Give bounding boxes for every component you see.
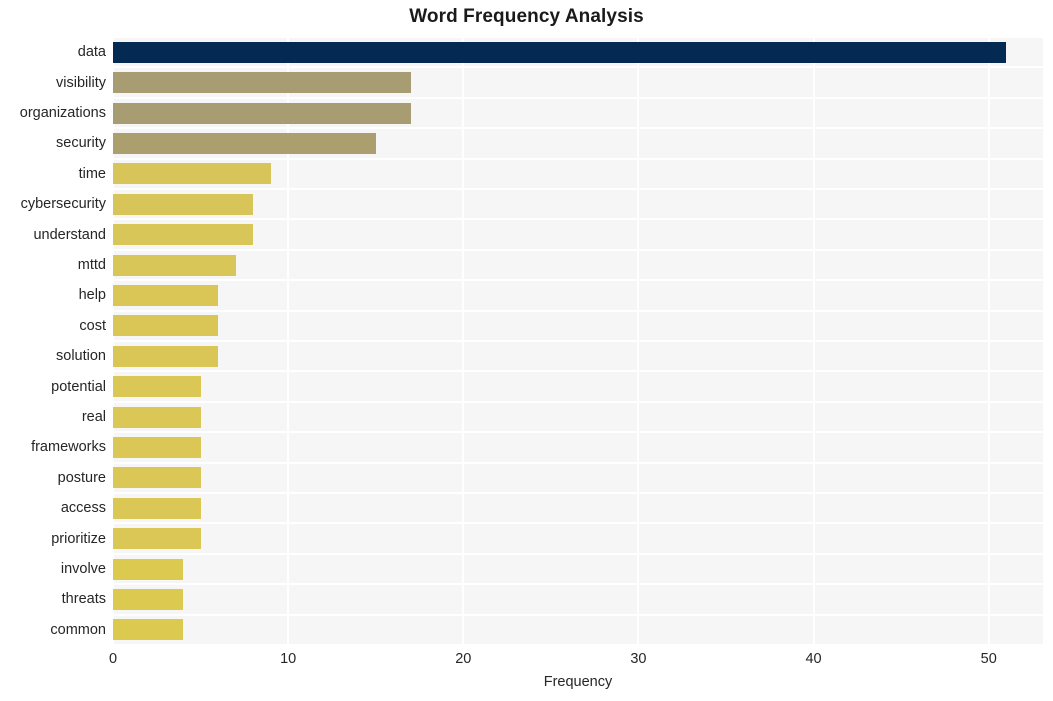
y-axis-tick-label: security bbox=[56, 135, 106, 152]
x-axis-tick-label: 20 bbox=[455, 651, 472, 667]
chart-figure: Word Frequency Analysis data visibility or… bbox=[0, 0, 1053, 701]
y-axis-tick-label: organizations bbox=[19, 105, 106, 121]
y-axis-tick-label: frameworks bbox=[31, 439, 106, 456]
y-axis-tick-label: cost bbox=[79, 317, 106, 334]
x-axis-tick-label: 40 bbox=[805, 651, 822, 667]
y-axis-tick-label: potential bbox=[51, 378, 106, 395]
y-axis-tick-label: prioritize bbox=[51, 530, 106, 547]
y-axis-tick-label: posture bbox=[57, 469, 106, 486]
y-axis-tick-label: data bbox=[77, 44, 106, 61]
x-axis-title: Frequency bbox=[543, 674, 613, 690]
y-axis-tick-label: understand bbox=[33, 226, 106, 243]
y-axis-tick-labels: data visibility organizations security time c… bbox=[0, 0, 1053, 701]
y-axis-tick-label: solution bbox=[56, 348, 106, 365]
y-axis-tick-label: mttd bbox=[77, 257, 106, 273]
y-axis-tick-label: access bbox=[60, 500, 106, 517]
x-axis-tick-label: 10 bbox=[280, 651, 297, 667]
y-axis-tick-label: visibility bbox=[56, 74, 106, 91]
y-axis-tick-label: threats bbox=[61, 591, 106, 608]
x-axis-tick-label: 50 bbox=[980, 651, 997, 667]
y-axis-tick-label: help bbox=[78, 287, 106, 304]
x-axis-tick-label: 0 bbox=[108, 651, 118, 667]
y-axis-tick-label: time bbox=[78, 165, 106, 182]
x-axis-tick-label: 30 bbox=[630, 651, 647, 667]
y-axis-tick-label: cybersecurity bbox=[20, 196, 106, 213]
y-axis-tick-label: real bbox=[81, 409, 106, 425]
y-axis-tick-label: common bbox=[50, 621, 106, 638]
y-axis-tick-label: involve bbox=[60, 561, 106, 577]
